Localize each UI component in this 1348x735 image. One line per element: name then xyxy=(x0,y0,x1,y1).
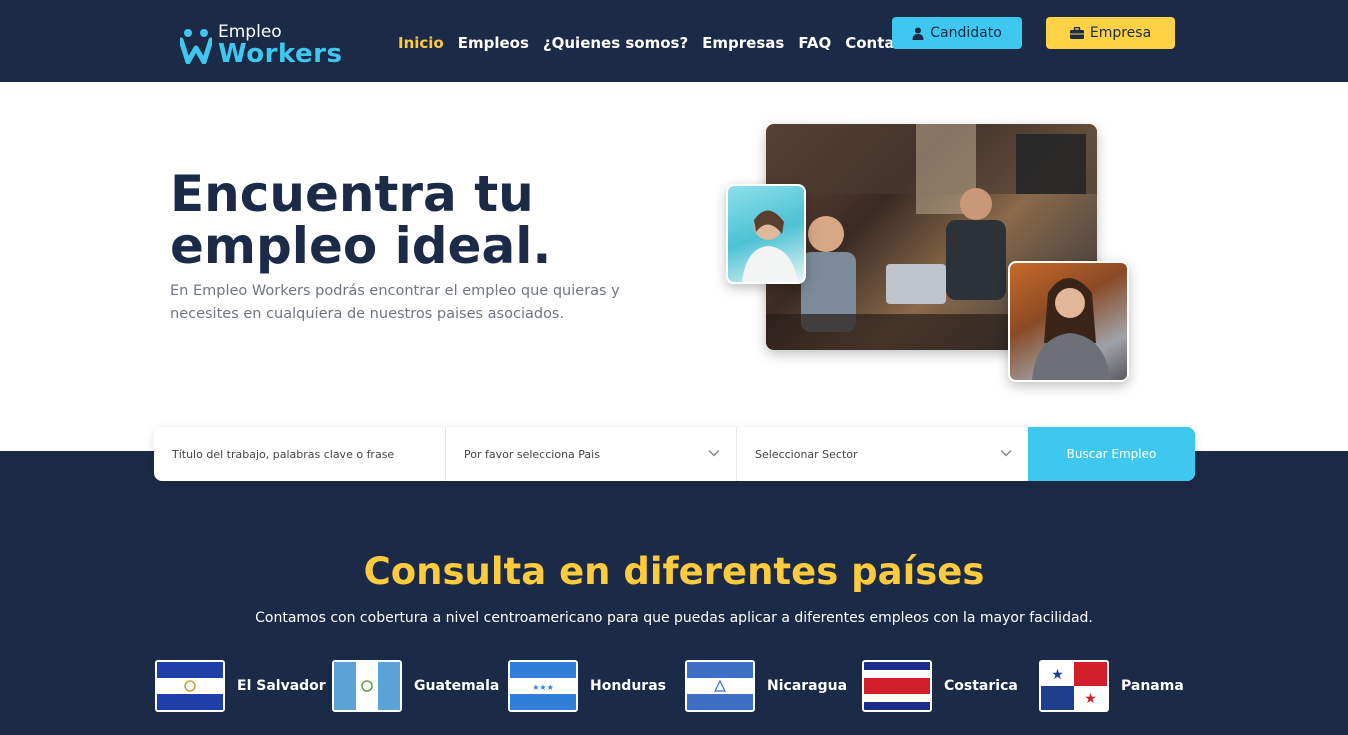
panama-flag-icon: ★ ★ xyxy=(1039,660,1109,712)
el-salvador-flag-icon xyxy=(155,660,225,712)
country-costarica[interactable]: Costarica xyxy=(862,660,1018,712)
nav-item-inicio[interactable]: Inicio xyxy=(398,34,444,52)
briefcase-icon xyxy=(1069,27,1084,39)
user-icon xyxy=(912,27,924,40)
sector-select-value: Seleccionar Sector xyxy=(755,447,858,461)
country-name: Nicaragua xyxy=(767,678,848,694)
nav-item-empresas[interactable]: Empresas xyxy=(702,34,784,52)
country-honduras[interactable]: ★★★ Honduras xyxy=(508,660,666,712)
search-job-button[interactable]: Buscar Empleo xyxy=(1028,427,1195,481)
countries-subtitle: Contamos con cobertura a nivel centroame… xyxy=(255,610,1093,626)
country-panama[interactable]: ★ ★ Panama xyxy=(1039,660,1184,712)
logo-text-main: Workers xyxy=(218,39,343,69)
nav-item-faq[interactable]: FAQ xyxy=(798,34,831,52)
nav-item-quienes-somos[interactable]: ¿Quienes somos? xyxy=(543,34,688,52)
candidato-button[interactable]: Candidato xyxy=(892,17,1022,49)
hero-photo-woman-right xyxy=(1008,261,1129,382)
site-header: Empleo Workers Inicio Empleos ¿Quienes s… xyxy=(0,0,1348,82)
country-select-value: Por favor selecciona Pais xyxy=(464,447,600,461)
country-nicaragua[interactable]: Nicaragua xyxy=(685,660,847,712)
country-name: Costarica xyxy=(944,678,1018,694)
country-name: Guatemala xyxy=(414,678,500,694)
hero-photo-woman-left xyxy=(726,184,806,284)
honduras-flag-icon: ★★★ xyxy=(508,660,578,712)
site-logo[interactable]: Empleo Workers xyxy=(180,22,355,69)
logo-w-icon xyxy=(180,29,212,64)
job-search-bar: Por favor selecciona Pais Seleccionar Se… xyxy=(154,427,1195,481)
empresa-button-label: Empresa xyxy=(1089,25,1152,41)
country-select[interactable]: Por favor selecciona Pais xyxy=(446,427,737,481)
svg-text:★★★: ★★★ xyxy=(532,683,554,692)
main-nav: Inicio Empleos ¿Quienes somos? Empresas … xyxy=(398,34,921,52)
nicaragua-flag-icon xyxy=(685,660,755,712)
country-guatemala[interactable]: Guatemala xyxy=(332,660,499,712)
hero-title: Encuentra tu empleo ideal. xyxy=(170,165,552,275)
country-name: Honduras xyxy=(590,678,666,694)
sector-select[interactable]: Seleccionar Sector xyxy=(737,427,1028,481)
country-name: Panama xyxy=(1121,678,1184,694)
costa-rica-flag-icon xyxy=(862,660,932,712)
svg-text:★: ★ xyxy=(1051,667,1064,683)
keyword-field xyxy=(154,427,446,481)
svg-text:★: ★ xyxy=(1084,691,1097,707)
country-el-salvador[interactable]: El Salvador xyxy=(155,660,326,712)
woman-photo-illustration xyxy=(742,210,798,282)
chevron-down-icon xyxy=(708,449,720,457)
keyword-input[interactable] xyxy=(172,447,422,461)
countries-title: Consulta en diferentes países xyxy=(363,550,985,593)
nav-item-empleos[interactable]: Empleos xyxy=(458,34,529,52)
candidato-button-label: Candidato xyxy=(930,25,1002,41)
chevron-down-icon xyxy=(1000,449,1012,457)
guatemala-flag-icon xyxy=(332,660,402,712)
hero-subtitle: En Empleo Workers podrás encontrar el em… xyxy=(170,283,620,322)
woman-photo-illustration xyxy=(1032,278,1110,380)
empresa-button[interactable]: Empresa xyxy=(1046,17,1175,49)
country-name: El Salvador xyxy=(237,678,326,694)
